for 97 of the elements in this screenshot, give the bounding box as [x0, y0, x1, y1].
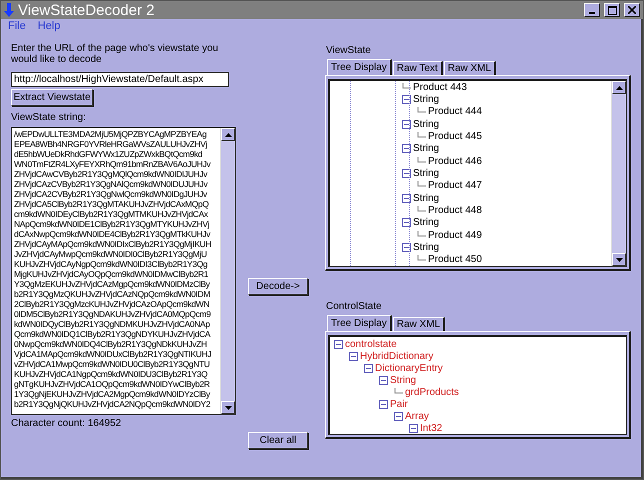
tree-node[interactable]: Product 449 [428, 230, 482, 241]
text-line: b2R1Y3QgNjQKUHJvZHVjdCA2NQpQcm9kdWN0IDY2 [14, 399, 212, 409]
collapse-icon[interactable] [379, 376, 388, 386]
collapse-icon[interactable] [364, 364, 373, 374]
up-arrow-icon[interactable] [616, 86, 622, 90]
collapse-icon[interactable] [334, 340, 343, 350]
text-line: b2R1Y3QgMzQKUHJvZHVjdCAzNQpQcm9kdWN0IDM [14, 289, 212, 299]
tree-node[interactable]: Int32 [420, 422, 442, 434]
tree-node[interactable]: controlstate [345, 339, 397, 350]
close-button[interactable] [624, 3, 640, 17]
maximize-icon [608, 6, 616, 14]
up-arrow-icon[interactable] [224, 132, 232, 136]
collapse-icon[interactable] [402, 194, 411, 203]
menu-item[interactable]: Help [38, 20, 60, 34]
text-line: /wEPDwULLTE3MDA2MjU5MjQPZBYCAgMPZBYEAg [14, 129, 208, 139]
text-line: KUHJvZHVjdCAyNgpQcm9kdWN0IDI3ClByb2R1Y3Qg [14, 259, 208, 269]
tree-node[interactable]: String [413, 143, 440, 154]
down-arrow-icon[interactable] [224, 406, 232, 410]
collapse-icon[interactable] [394, 412, 403, 421]
vertical-scrollbar[interactable] [220, 128, 235, 414]
text-line: dE5hbWUeDkRhdGFWYWx1ZUZpZWxkBQtQcm9kd [14, 149, 204, 159]
collapse-icon[interactable] [402, 120, 411, 129]
text-line: 0IDM5ClByb2R1Y3QgNDAKUHJvZHVjdCA0MQpQcm9 [14, 309, 212, 319]
tree-node[interactable]: Product 444 [428, 106, 482, 118]
collapse-icon[interactable] [409, 424, 418, 433]
tab[interactable]: Raw Text [392, 61, 443, 75]
tree-node[interactable]: HybridDictionary [360, 351, 434, 362]
tree-node[interactable]: Product 446 [428, 156, 482, 167]
maximize-button[interactable] [604, 3, 620, 17]
text-line: VjdCA1MApQcm9kdWN0IDUxClByb2R1Y3QgNTIKUHJ [14, 349, 212, 359]
text-line: vZHVjdCA1MwpQcm9kdWN0IDU0ClByb2R1Y3QgNTU [14, 359, 211, 369]
tree-node[interactable]: String [413, 118, 440, 130]
collapse-icon[interactable] [402, 94, 411, 104]
text-line: 1Y3QgNjEKUHJvZHVjdCA2MgpQcm9kdWN0IDYzClBy [14, 389, 212, 399]
tree-node[interactable]: String [413, 168, 440, 179]
tab[interactable]: Raw XML [444, 61, 496, 75]
tree-node[interactable]: grdProducts [405, 386, 459, 398]
tree-node[interactable]: Product 450 [428, 254, 482, 266]
down-arrow-icon [4, 3, 14, 17]
tree-node[interactable]: Product 445 [428, 130, 482, 142]
tree-node[interactable]: DictionaryEntry [375, 363, 443, 374]
collapse-icon[interactable] [402, 168, 411, 178]
tree-node[interactable]: Pair [390, 398, 408, 410]
window-title: ViewStateDecoder 2 [18, 2, 156, 18]
url-field[interactable]: http://localhost/HighViewstate/Default.aspx [11, 72, 229, 87]
text-line: dCAxNwpQcm9kdWN0IDE4ClByb2R1Y3QgMTkKUHJv [14, 229, 212, 239]
vertical-scrollbar[interactable] [611, 81, 626, 266]
text-line: 2ClByb2R1Y3QgMzcKUHJvZHVjdCAzOApQcm9kdWN [14, 299, 210, 309]
tree-view[interactable]: controlstate HybridDictionary DictionaryEntry String grdProducts Pair Array Int32 [328, 335, 627, 435]
collapse-icon[interactable] [402, 144, 411, 154]
menu-item[interactable]: File [8, 20, 26, 34]
tree-node[interactable]: String [413, 242, 440, 253]
text-line: MjgKUHJvZHVjdCAyOQpQcm9kdWN0IDMwClByb2R1 [14, 269, 210, 279]
text-line: JvZHVjdCAyMwpQcm9kdWN0IDI0ClByb2R1Y3QgMjU [14, 249, 208, 259]
text-line: 0NwpQcm9kdWN0IDQ4ClByb2R1Y3QgNDkKUHJvZH [14, 339, 208, 349]
viewstate-label: ViewState [326, 45, 372, 56]
tree-node[interactable]: Product 448 [428, 204, 482, 216]
tab[interactable]: Raw XML [392, 317, 446, 331]
url-prompt: Enter the URL of the page who's viewstate you would like to decode [11, 43, 220, 65]
tree-node[interactable]: String [390, 375, 416, 386]
text-line: NApQcm9kdWN0IDE1ClByb2R1Y3QgMTYKUHJvZHVj [14, 219, 210, 229]
collapse-icon[interactable] [349, 352, 358, 362]
text-line: ZHVjdCAwCVByb2R1Y3QgMQlQcm9kdWN0IDIJUHJv [14, 169, 208, 179]
tab[interactable]: Tree Display [327, 59, 392, 75]
text-line: ZHVjdCAzCVByb2R1Y3QgNAlQcm9kdWN0IDUJUHJv [14, 179, 209, 189]
controlstate-label: ControlState [326, 301, 383, 312]
text-line: WN0TmFtZR4LXyFEYXRhQm91bmRnZBAV6AoJUHJv [14, 159, 212, 169]
tree-node[interactable]: Product 443 [413, 82, 467, 93]
text-line: EPEA8WBh4NRGF0YVRleHRGaWVsZAULUHJvZHVj [14, 139, 208, 149]
tree-node[interactable]: Array [405, 410, 429, 422]
text-line: ZHVjdCA5ClByb2R1Y3QgMTAKUHJvZHVjdCAxMQpQ [14, 199, 210, 209]
text-line: kdWN0IDQyClByb2R1Y3QgNDMKUHJvZHVjdCA0NAp [14, 319, 211, 329]
clear-all-button[interactable]: Clear all [248, 432, 308, 449]
text-line: Y3QgMzEKUHJvZHVjdCAzMgpQcm9kdWN0IDMzClBy [14, 279, 211, 289]
text-line: KUHJvZHVjdCA1NgpQcm9kdWN0IDU3ClByb2R1Y3Q [14, 369, 208, 379]
viewstate-text-area[interactable] [11, 127, 236, 415]
tree-node[interactable]: String [413, 94, 440, 105]
viewstate-string-label: ViewState string: [11, 112, 87, 123]
text-line: cm9kdWN0IDEyClByb2R1Y3QgMTMKUHJvZHVjdCAx [14, 209, 209, 219]
down-arrow-icon[interactable] [616, 258, 622, 262]
tree-view[interactable]: Product 443 String Product 444 String Product 445 String Product 446 String Product 447 String Product 448 String Product 449 String Product 450 [328, 79, 627, 267]
text-line: ZHVjdCA2CVByb2R1Y3QgNwlQcm9kdWN0IDgJUHJv [14, 189, 208, 199]
text-line: Qcm9kdWN0IDQ1ClByb2R1Y3QgNDYKUHJvZHVjdCA [14, 329, 212, 339]
minimize-button[interactable] [584, 3, 600, 17]
collapse-icon[interactable] [402, 242, 411, 252]
tree-node[interactable]: String [413, 192, 440, 204]
tree-node[interactable]: String [413, 217, 440, 228]
character-count: Character count: 164952 [11, 418, 122, 429]
decode-button[interactable]: Decode-> [248, 278, 308, 295]
close-icon [628, 6, 636, 14]
tree-node[interactable]: Product 447 [428, 180, 482, 192]
tab[interactable]: Tree Display [327, 315, 392, 331]
collapse-icon[interactable] [379, 400, 388, 409]
collapse-icon[interactable] [402, 218, 411, 228]
text-line: ZHVjdCAyMApQcm9kdWN0IDIxClByb2R1Y3QgMjIKUH [14, 239, 212, 249]
extract-viewstate-button[interactable]: Extract Viewstate [11, 89, 93, 106]
text-line: gNTgKUHJvZHVjdCA1OQpQcm9kdWN0IDYwClByb2R [14, 379, 211, 389]
